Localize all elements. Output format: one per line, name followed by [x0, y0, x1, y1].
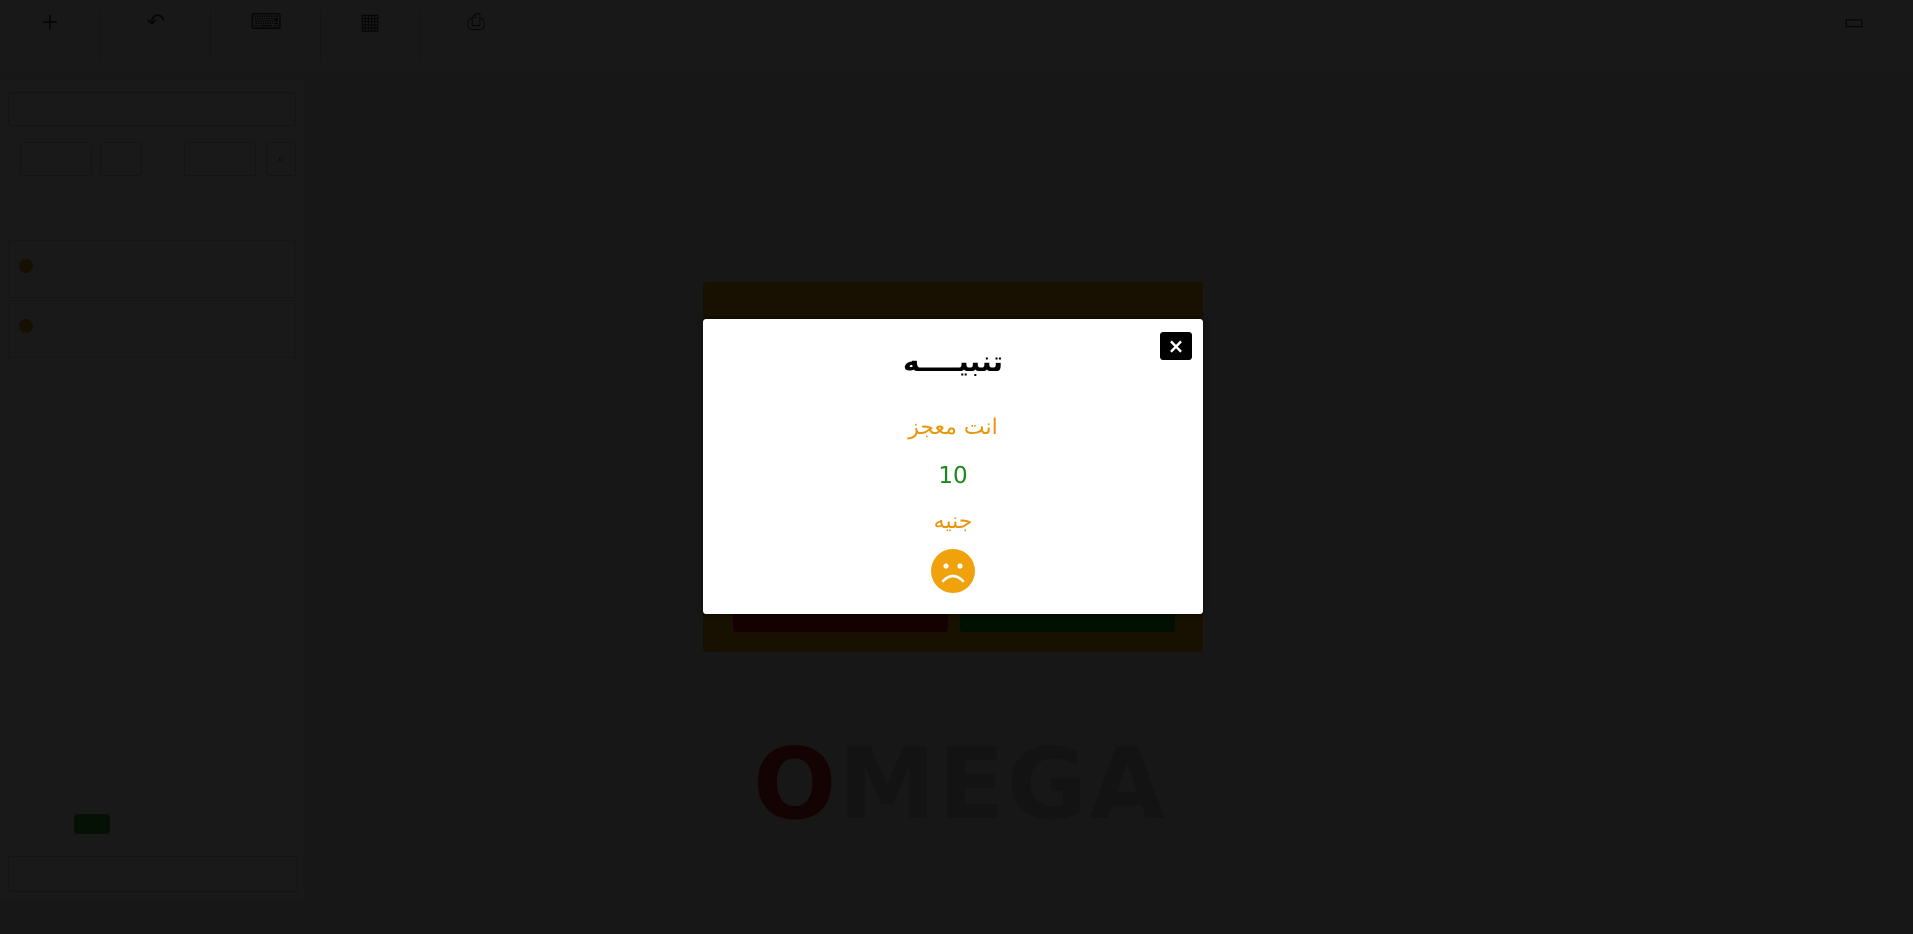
alert-dialog: × تنبيــــه انت معجز 10 جنيه [703, 319, 1203, 614]
sad-face-icon [931, 549, 975, 593]
dialog-amount: 10 [938, 463, 968, 489]
dialog-currency: جنيه [933, 509, 973, 534]
dialog-title: تنبيــــه [902, 345, 1004, 378]
dialog-message: انت معجز [908, 415, 998, 440]
